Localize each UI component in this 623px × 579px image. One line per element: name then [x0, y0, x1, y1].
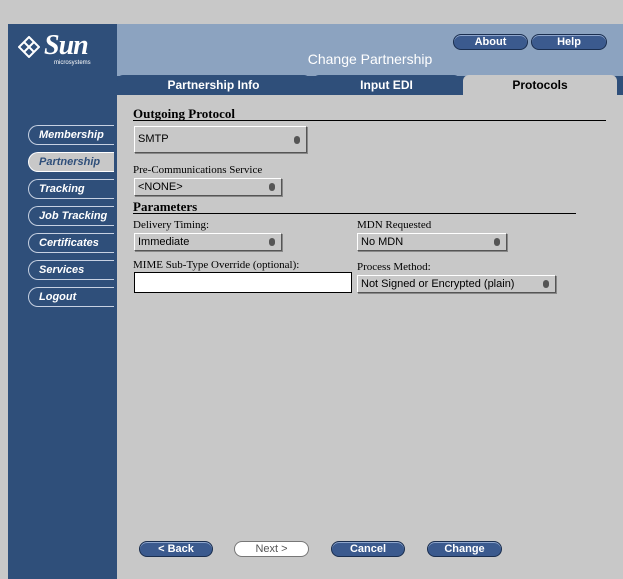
pre-comm-label: Pre-Communications Service: [133, 164, 263, 176]
back-button[interactable]: < Back: [139, 541, 213, 557]
dropdown-knob-icon: [543, 280, 549, 288]
delivery-timing-label: Delivery Timing:: [133, 219, 210, 231]
change-button[interactable]: Change: [427, 541, 502, 557]
next-button[interactable]: Next >: [234, 541, 309, 557]
tab-input-edi[interactable]: Input EDI: [313, 75, 460, 95]
mdn-requested-value: No MDN: [361, 236, 404, 248]
mdn-requested-label: MDN Requested: [357, 219, 432, 231]
sun-logo-icon: [18, 36, 40, 58]
tab-partnership-info[interactable]: Partnership Info: [117, 75, 310, 95]
logo-subtext: microsystems: [54, 60, 91, 66]
dropdown-knob-icon: [269, 183, 275, 191]
main-content: Outgoing Protocol SMTP Pre-Communication…: [117, 95, 623, 579]
header-bar: About Help Change Partnership: [117, 24, 623, 76]
section-divider: [133, 120, 606, 121]
dropdown-knob-icon: [294, 135, 300, 144]
outgoing-protocol-value: SMTP: [138, 133, 169, 145]
delivery-timing-value: Immediate: [138, 236, 190, 248]
sidebar-nav: Membership Partnership Tracking Job Trac…: [28, 125, 114, 314]
delivery-timing-select[interactable]: Immediate: [134, 233, 282, 251]
about-button[interactable]: About: [453, 34, 528, 50]
logo-wordmark: Sun: [44, 30, 89, 61]
process-method-value: Not Signed or Encrypted (plain): [361, 278, 515, 290]
dropdown-knob-icon: [494, 238, 500, 246]
sidebar-item-certificates[interactable]: Certificates: [28, 233, 114, 253]
mime-override-label: MIME Sub-Type Override (optional):: [133, 259, 300, 271]
process-method-label: Process Method:: [357, 261, 431, 273]
pre-comm-select[interactable]: <NONE>: [134, 178, 282, 196]
cancel-button[interactable]: Cancel: [331, 541, 405, 557]
sidebar-item-services[interactable]: Services: [28, 260, 114, 280]
sidebar-item-partnership[interactable]: Partnership: [28, 152, 114, 172]
outgoing-protocol-select[interactable]: SMTP: [134, 126, 307, 153]
pre-comm-value: <NONE>: [138, 181, 183, 193]
sidebar-item-logout[interactable]: Logout: [28, 287, 114, 307]
tab-protocols[interactable]: Protocols: [463, 75, 617, 95]
mdn-requested-select[interactable]: No MDN: [357, 233, 507, 251]
mime-override-input[interactable]: [134, 272, 352, 293]
section-divider: [133, 213, 576, 214]
dropdown-knob-icon: [269, 238, 275, 246]
help-button[interactable]: Help: [531, 34, 607, 50]
sidebar-item-membership[interactable]: Membership: [28, 125, 114, 145]
tab-bar: Partnership Info Input EDI Protocols: [117, 75, 623, 95]
sidebar-item-tracking[interactable]: Tracking: [28, 179, 114, 199]
process-method-select[interactable]: Not Signed or Encrypted (plain): [357, 275, 556, 293]
sun-logo: Sun microsystems: [14, 28, 104, 68]
sidebar-item-job-tracking[interactable]: Job Tracking: [28, 206, 114, 226]
page-title: Change Partnership: [307, 51, 433, 67]
